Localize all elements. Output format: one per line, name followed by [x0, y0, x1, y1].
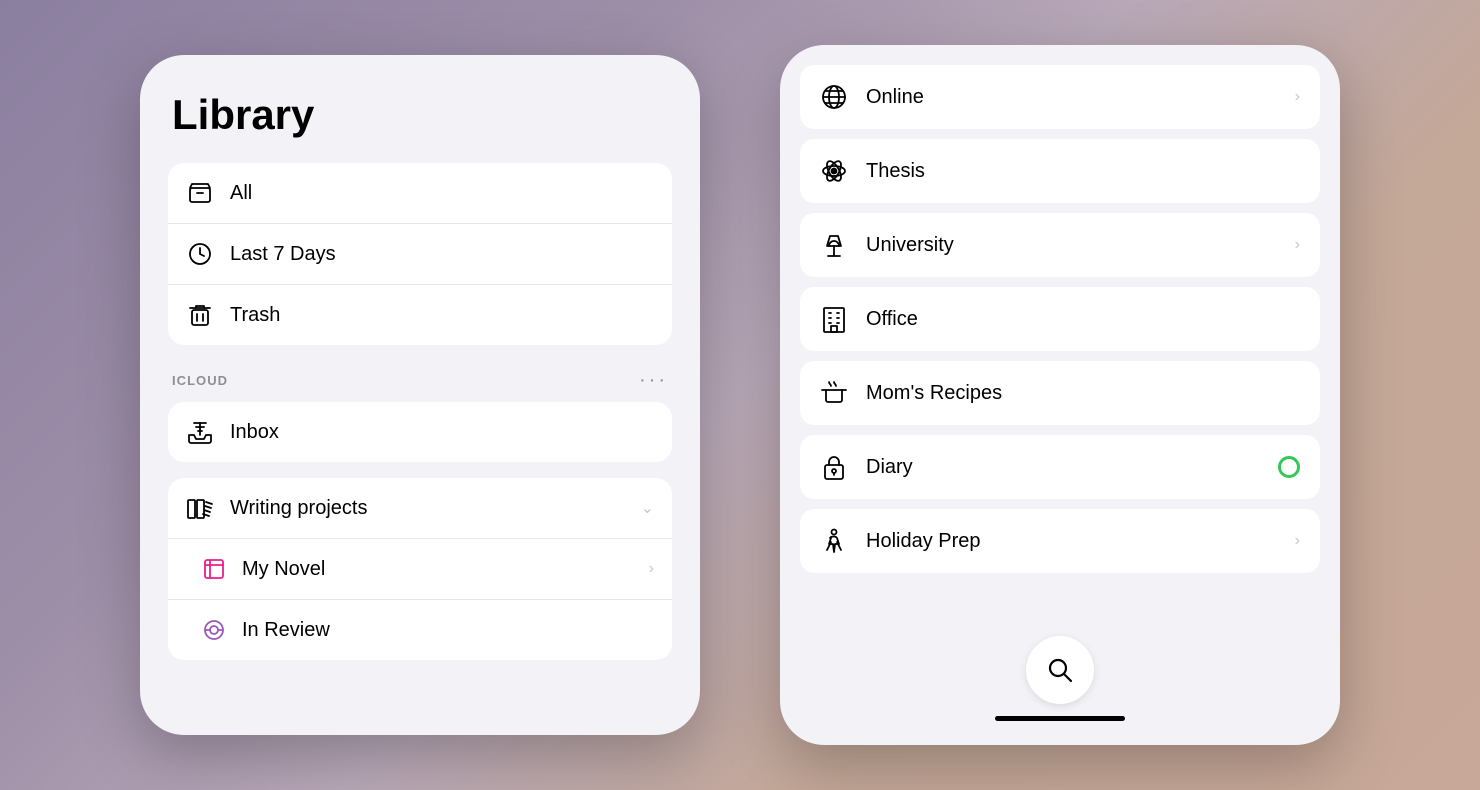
books-icon	[186, 494, 214, 522]
diary-item[interactable]: Diary	[800, 435, 1320, 499]
office-item[interactable]: Office	[800, 287, 1320, 351]
last7days-item[interactable]: Last 7 Days	[168, 223, 672, 284]
online-label: Online	[866, 86, 1277, 109]
inbox-icon	[186, 418, 214, 446]
office-label: Office	[866, 308, 1300, 331]
inbox-label: Inbox	[230, 421, 279, 444]
all-label: All	[230, 182, 252, 205]
right-items-list: Online › Thesis	[800, 65, 1320, 622]
home-indicator	[995, 716, 1125, 721]
writing-projects-chevron: ⌄	[641, 498, 654, 518]
writing-projects-card: Writing projects ⌄ My Novel ›	[168, 478, 672, 660]
inbox-item[interactable]: Inbox	[168, 402, 672, 462]
mynovel-chevron: ›	[649, 560, 654, 578]
holidayprep-item[interactable]: Holiday Prep ›	[800, 509, 1320, 573]
clock-icon	[186, 240, 214, 268]
mynovel-item[interactable]: My Novel ›	[168, 538, 672, 599]
diary-status-dot	[1278, 456, 1300, 478]
momsrecipes-item[interactable]: Mom's Recipes	[800, 361, 1320, 425]
novel-icon	[200, 555, 228, 583]
momsrecipes-label: Mom's Recipes	[866, 382, 1300, 405]
archive-icon	[186, 179, 214, 207]
atom-icon	[820, 157, 848, 185]
building-icon	[820, 305, 848, 333]
university-item[interactable]: University ›	[800, 213, 1320, 277]
review-icon	[200, 616, 228, 644]
system-items-card: All Last 7 Days	[168, 163, 672, 345]
icloud-section-header: ICLOUD ···	[168, 369, 672, 392]
pot-icon	[820, 379, 848, 407]
last7days-label: Last 7 Days	[230, 243, 336, 266]
search-button[interactable]	[1026, 636, 1094, 704]
globe-icon	[820, 83, 848, 111]
section-menu-dots[interactable]: ···	[639, 369, 668, 392]
mynovel-label: My Novel	[242, 558, 635, 581]
thesis-label: Thesis	[866, 160, 1300, 183]
lamp-icon	[820, 231, 848, 259]
left-phone: Library All	[140, 55, 700, 735]
inreview-label: In Review	[242, 619, 654, 642]
right-phone: Online › Thesis	[780, 45, 1340, 745]
university-chevron: ›	[1295, 236, 1300, 254]
online-chevron: ›	[1295, 88, 1300, 106]
trash-icon	[186, 301, 214, 329]
diary-label: Diary	[866, 456, 1260, 479]
online-item[interactable]: Online ›	[800, 65, 1320, 129]
holidayprep-label: Holiday Prep	[866, 530, 1277, 553]
writing-projects-header[interactable]: Writing projects ⌄	[168, 478, 672, 538]
hike-icon	[820, 527, 848, 555]
inreview-item[interactable]: In Review	[168, 599, 672, 660]
university-label: University	[866, 234, 1277, 257]
icloud-label: ICLOUD	[172, 373, 228, 388]
writing-projects-label: Writing projects	[230, 497, 625, 520]
trash-item[interactable]: Trash	[168, 284, 672, 345]
holidayprep-chevron: ›	[1295, 532, 1300, 550]
lock-icon	[820, 453, 848, 481]
inbox-card: Inbox	[168, 402, 672, 462]
thesis-item[interactable]: Thesis	[800, 139, 1320, 203]
search-icon	[1047, 657, 1073, 683]
library-title: Library	[168, 91, 672, 139]
trash-label: Trash	[230, 304, 280, 327]
all-item[interactable]: All	[168, 163, 672, 223]
